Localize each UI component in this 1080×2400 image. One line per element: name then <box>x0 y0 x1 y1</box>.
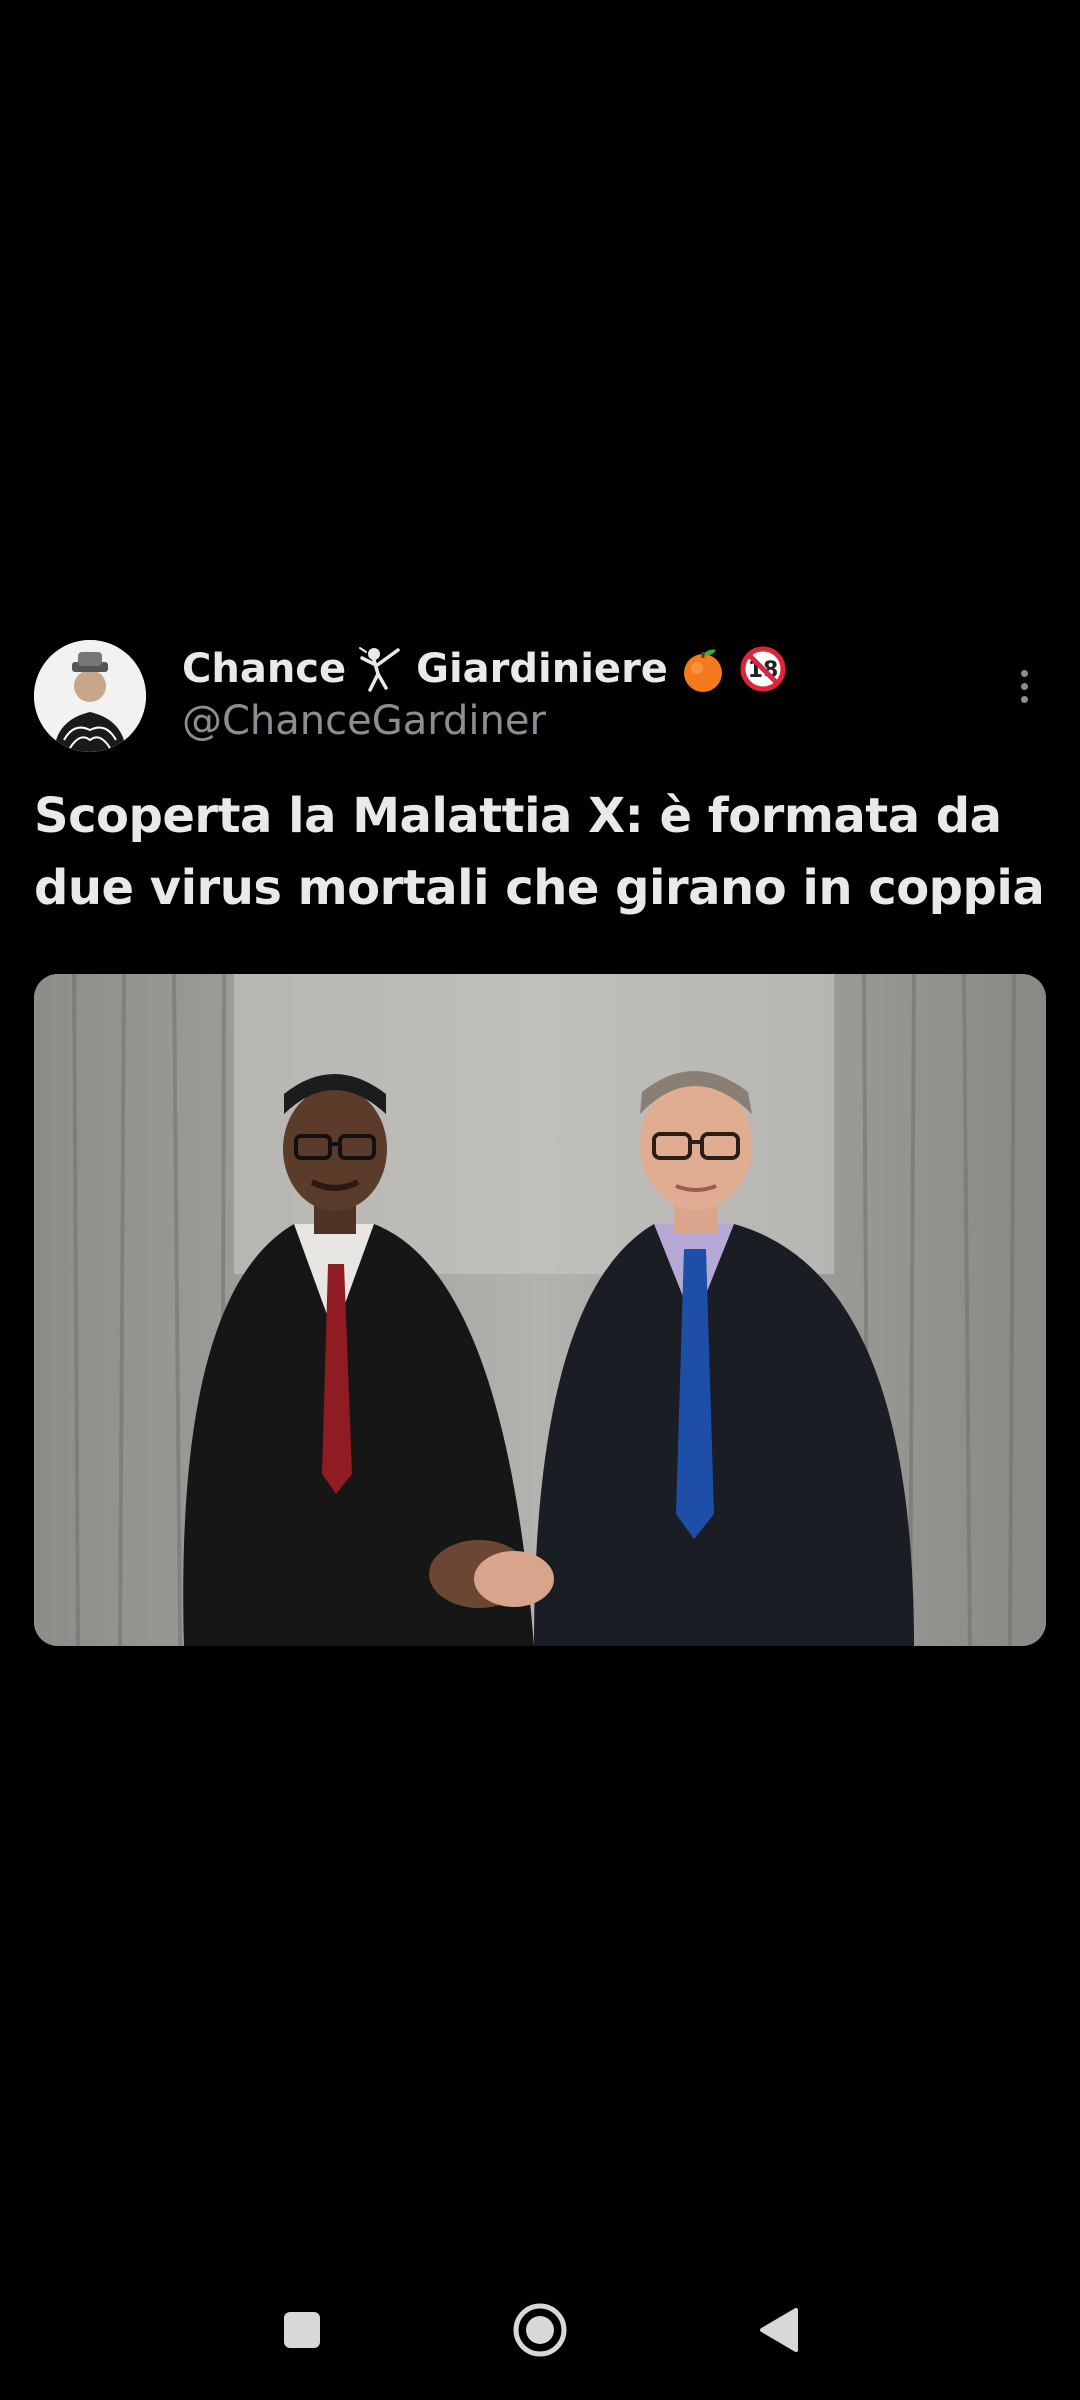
display-name-row[interactable]: Chance Giardiniere 18 <box>182 640 788 698</box>
no-under-18-emoji-icon: 18 <box>738 644 788 694</box>
more-vertical-icon-dot <box>1020 695 1028 703</box>
system-navigation-bar <box>0 2270 1080 2400</box>
tweet-text: Scoperta la Malattia X: è formata da due… <box>34 788 1045 916</box>
triangle-back-icon <box>760 2308 798 2352</box>
tweet-card[interactable]: Chance Giardiniere 18 <box>0 600 1080 1660</box>
user-handle[interactable]: @ChanceGardiner <box>182 698 546 744</box>
avatar-image <box>34 640 146 752</box>
display-name: Chance <box>182 646 347 692</box>
avatar[interactable] <box>34 640 146 752</box>
circle-home-icon <box>513 2303 567 2357</box>
tweet-media-photo[interactable] <box>34 974 1046 1646</box>
fencer-emoji-icon <box>356 644 406 694</box>
more-vertical-icon <box>1020 669 1028 677</box>
back-button[interactable] <box>738 2290 818 2370</box>
recents-button[interactable] <box>262 2290 342 2370</box>
display-name-suffix: Giardiniere <box>416 646 668 692</box>
more-vertical-icon-dot <box>1020 682 1028 690</box>
square-icon <box>284 2312 320 2348</box>
photo-image <box>34 974 1046 1646</box>
more-options-button[interactable] <box>1000 658 1048 714</box>
home-button[interactable] <box>500 2290 580 2370</box>
tangerine-emoji-icon <box>678 644 728 694</box>
